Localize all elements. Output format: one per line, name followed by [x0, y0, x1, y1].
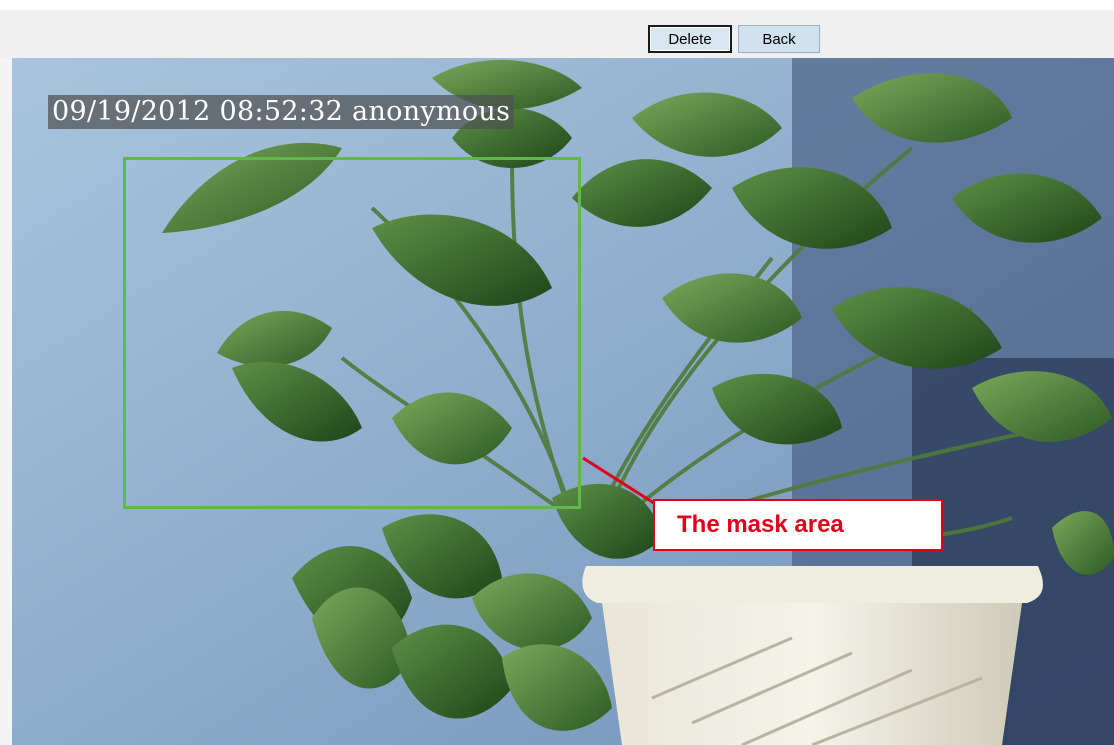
- privacy-mask-page: Delete Back 09/19/2012 08:52:32 anonymou…: [0, 0, 1114, 745]
- back-button[interactable]: Back: [738, 25, 820, 53]
- osd-timestamp: 09/19/2012 08:52:32 anonymous: [48, 95, 515, 129]
- delete-button[interactable]: Delete: [648, 25, 732, 53]
- toolbar-top-margin: [0, 0, 1114, 10]
- toolbar: Delete Back: [0, 0, 1114, 59]
- mask-area-callout: The mask area: [653, 499, 943, 551]
- privacy-mask-rectangle[interactable]: [123, 157, 581, 509]
